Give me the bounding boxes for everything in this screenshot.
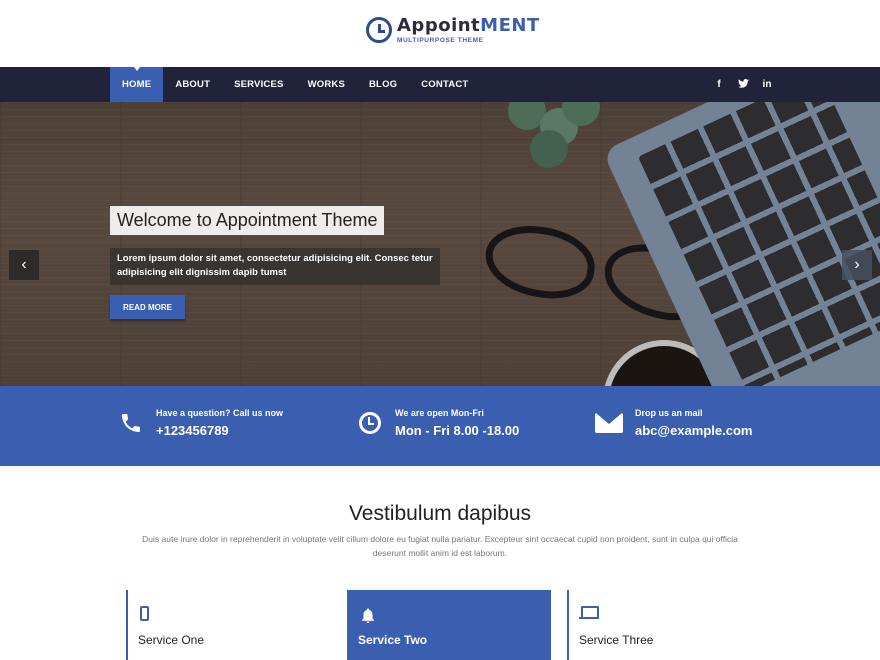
read-more-button[interactable]: READ MORE [110, 295, 185, 319]
chevron-right-icon: › [854, 256, 860, 273]
phone-value[interactable]: +123456789 [156, 423, 283, 438]
mail-label: Drop us an mail [635, 408, 703, 418]
nav-item-contact[interactable]: CONTACT [409, 67, 480, 102]
hours-value: Mon - Fri 8.00 -18.00 [395, 423, 520, 438]
nav-item-blog[interactable]: BLOG [357, 67, 409, 102]
contact-info-bar: Have a question? Call us now +123456789 … [0, 386, 880, 466]
clock-icon [359, 412, 381, 434]
nav-item-works[interactable]: WORKS [296, 67, 357, 102]
slider-prev-button[interactable]: ‹ [9, 250, 39, 280]
contact-mail: Drop us an mail abc@example.com [593, 408, 752, 438]
service-title: Service Three [579, 633, 654, 647]
phone-icon [116, 408, 146, 438]
hero-slider: Welcome to Appointment Theme Lorem ipsum… [0, 102, 880, 386]
mail-value[interactable]: abc@example.com [635, 423, 752, 438]
contact-hours: We are open Mon-Fri Mon - Fri 8.00 -18.0… [355, 408, 519, 438]
nav-item-home[interactable]: HOME [110, 67, 164, 102]
clock-logo-icon [366, 17, 392, 43]
logo-name-part1: Appoint [397, 15, 481, 36]
linkedin-icon[interactable]: in [760, 79, 774, 90]
hours-label: We are open Mon-Fri [395, 408, 484, 418]
service-title: Service Two [358, 633, 428, 647]
nav-menu: HOME ABOUT SERVICES WORKS BLOG CONTACT [110, 67, 480, 102]
services-section-title: Vestibulum dapibus [348, 502, 532, 525]
laptop-icon [579, 606, 599, 622]
site-logo[interactable]: Appointment MULTIPURPOSE THEME [366, 16, 540, 44]
contact-phone: Have a question? Call us now +123456789 [116, 408, 283, 438]
logo-name-part2: ment [480, 15, 540, 36]
chevron-left-icon: ‹ [21, 256, 27, 273]
logo-text: Appointment MULTIPURPOSE THEME [397, 16, 540, 45]
social-links: f in [712, 67, 774, 102]
twitter-icon[interactable] [736, 78, 750, 91]
header: Appointment MULTIPURPOSE THEME [0, 0, 880, 67]
slider-next-button[interactable]: › [842, 250, 872, 280]
service-card-two[interactable]: Service Two [347, 590, 551, 660]
services-section-description: Duis aute irure dolor in reprehenderit i… [142, 534, 738, 558]
service-card-one[interactable]: Service One [126, 590, 331, 660]
logo-tagline: MULTIPURPOSE THEME [397, 37, 484, 44]
phone-label: Have a question? Call us now [156, 408, 284, 418]
nav-item-about[interactable]: ABOUT [163, 67, 222, 102]
service-card-three[interactable]: Service Three [567, 590, 772, 660]
logo-name: Appointment [397, 16, 540, 36]
facebook-icon[interactable]: f [712, 79, 726, 90]
mobile-icon [138, 606, 154, 622]
hero-title: Welcome to Appointment Theme [110, 206, 385, 235]
bell-icon [359, 606, 375, 623]
envelope-icon [595, 413, 623, 433]
service-title: Service One [138, 633, 205, 647]
nav-item-services[interactable]: SERVICES [222, 67, 295, 102]
hero-text: Lorem ipsum dolor sit amet, consectetur … [110, 248, 440, 285]
main-navigation: HOME ABOUT SERVICES WORKS BLOG CONTACT f… [0, 67, 880, 102]
